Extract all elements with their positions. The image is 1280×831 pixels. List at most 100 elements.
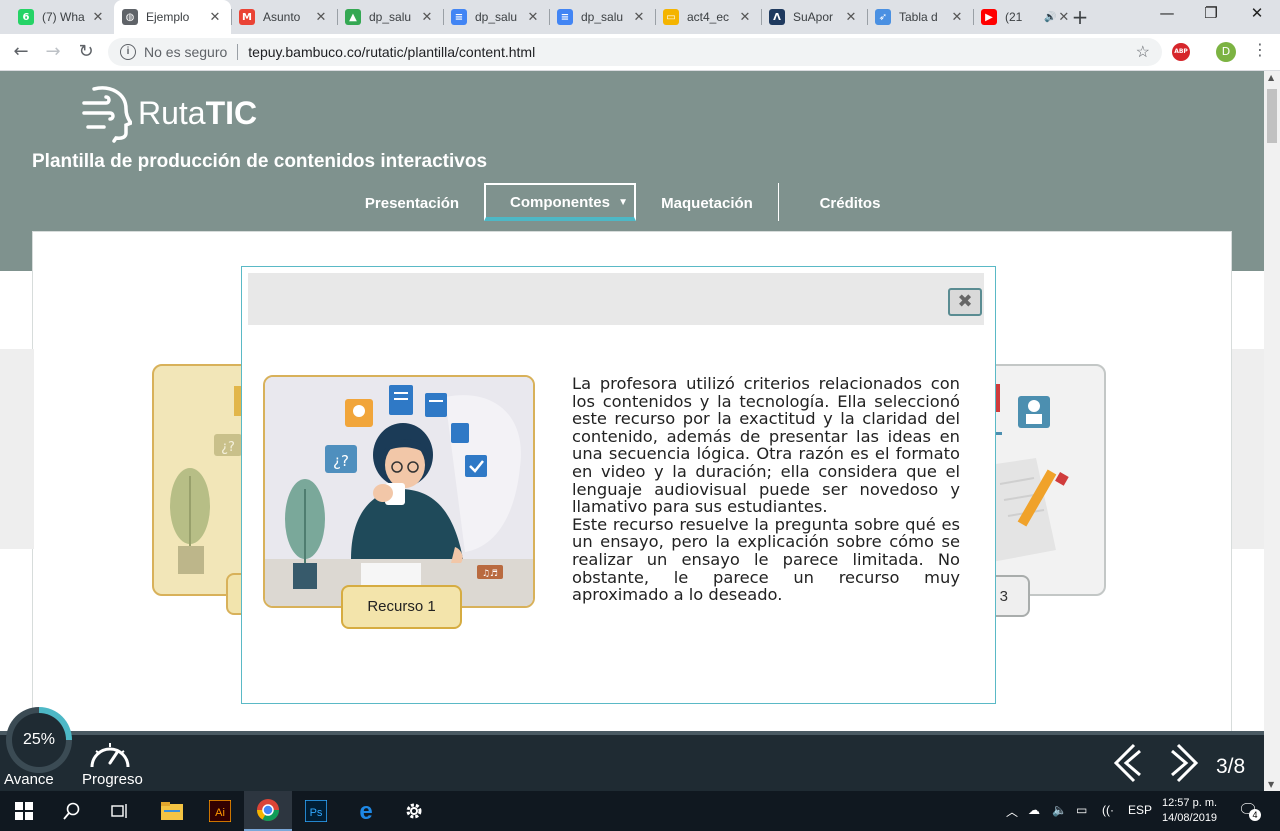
security-label: No es seguro: [144, 44, 228, 60]
tab-audio-icon[interactable]: 🔊: [1044, 12, 1056, 23]
url-text[interactable]: tepuy.bambuco.co/rutatic/plantilla/conte…: [248, 44, 535, 60]
search-icon[interactable]: [48, 791, 96, 831]
tab-close-icon[interactable]: ✕: [949, 10, 965, 25]
site-icon: ➶: [875, 9, 891, 25]
browser-tab[interactable]: ≡ dp_salu ✕: [443, 0, 549, 34]
resource-label: Recurso 1: [341, 585, 462, 629]
adblock-icon[interactable]: ABP: [1172, 43, 1190, 61]
tab-title: dp_salu: [475, 10, 518, 24]
page-counter: 3/8: [1216, 755, 1246, 778]
logo-text-bold: TIC: [205, 94, 258, 131]
tab-close-icon[interactable]: ✕: [843, 10, 859, 25]
previous-arrow-icon[interactable]: [1110, 741, 1142, 785]
browser-tab[interactable]: Λ SuApor ✕: [761, 0, 867, 34]
maximize-button[interactable]: ❐: [1188, 4, 1234, 22]
document-pencil-icon: [982, 384, 1069, 562]
scroll-up-icon[interactable]: ▲: [1268, 73, 1274, 82]
chrome-icon[interactable]: [244, 791, 292, 831]
address-bar[interactable]: i No es seguro tepuy.bambuco.co/rutatic/…: [108, 38, 1162, 66]
web-page: RutaTIC Plantilla de producción de conte…: [0, 71, 1264, 791]
tab-title: Tabla d: [899, 10, 938, 24]
close-window-button[interactable]: ✕: [1234, 4, 1280, 22]
onedrive-cloud-icon[interactable]: ☁: [1028, 803, 1040, 817]
info-icon[interactable]: i: [120, 44, 136, 60]
svg-text:Ai: Ai: [215, 807, 225, 819]
rutatic-logo[interactable]: RutaTIC: [80, 83, 257, 143]
browser-menu-icon[interactable]: ⋮: [1252, 40, 1268, 59]
browser-toolbar: ← → ↻ i No es seguro tepuy.bambuco.co/ru…: [0, 34, 1280, 71]
globe-icon: ◍: [122, 9, 138, 25]
tab-close-icon[interactable]: ✕: [207, 10, 223, 25]
resource-card-right[interactable]: [980, 364, 1106, 596]
windows-start-icon[interactable]: [0, 791, 48, 831]
youtube-icon: ▶: [981, 9, 997, 25]
tab-close-icon[interactable]: ✕: [90, 10, 106, 25]
browser-tab[interactable]: ◍ Ejemplo ✕: [114, 0, 231, 34]
teacher-thinking-icon: ¿? ♫♬: [265, 377, 533, 606]
next-arrow-icon[interactable]: [1170, 741, 1202, 785]
battery-icon[interactable]: ▭: [1076, 803, 1087, 817]
nav-presentacion[interactable]: Presentación: [340, 183, 484, 221]
forward-icon[interactable]: →: [42, 41, 64, 62]
settings-gear-icon[interactable]: [390, 791, 438, 831]
edge-icon[interactable]: e: [342, 791, 390, 831]
main-navigation: Presentación Componentes ▼ Maquetación C…: [340, 183, 921, 221]
resource-illustration: ¿? ♫♬: [263, 375, 535, 608]
volume-icon[interactable]: 🔈: [1052, 803, 1067, 817]
language-indicator[interactable]: ESP: [1128, 803, 1152, 817]
site-icon: Λ: [769, 9, 785, 25]
close-icon[interactable]: ✖: [948, 288, 982, 316]
scroll-down-icon[interactable]: ▼: [1268, 780, 1274, 789]
modal-header: ✖: [248, 273, 984, 325]
progreso-label[interactable]: Progreso: [82, 771, 143, 788]
site-subtitle: Plantilla de producción de contenidos in…: [32, 151, 488, 172]
svg-text:e: e: [359, 800, 372, 822]
profile-avatar[interactable]: D: [1216, 42, 1236, 62]
browser-tab[interactable]: 6 (7) Wha ✕: [10, 0, 114, 34]
scroll-thumb[interactable]: [1267, 89, 1277, 143]
tray-chevron-icon[interactable]: ︿: [1006, 803, 1018, 820]
tab-close-icon[interactable]: ✕: [525, 10, 541, 25]
svg-text:♫♬: ♫♬: [482, 569, 498, 579]
browser-tab[interactable]: M Asunto ✕: [231, 0, 337, 34]
new-tab-button[interactable]: +: [1068, 5, 1092, 29]
svg-text:¿?: ¿?: [221, 440, 235, 455]
browser-tab[interactable]: ≡ dp_salu ✕: [549, 0, 655, 34]
file-explorer-icon[interactable]: [148, 791, 196, 831]
browser-tab[interactable]: ▲ dp_salu ✕: [337, 0, 443, 34]
gmail-icon: M: [239, 9, 255, 25]
browser-tab[interactable]: ▶ (21 🔊 ✕: [973, 0, 1079, 34]
tab-title: Asunto: [263, 10, 301, 24]
slides-icon: ▭: [663, 9, 679, 25]
browser-tab[interactable]: ▭ act4_ec ✕: [655, 0, 761, 34]
tab-title: (21: [1005, 10, 1023, 24]
nav-componentes[interactable]: Componentes ▼: [484, 183, 636, 221]
dropdown-caret-icon: ▼: [618, 197, 628, 208]
tab-close-icon[interactable]: ✕: [631, 10, 647, 25]
system-clock[interactable]: 12:57 p. m. 14/08/2019: [1162, 796, 1217, 826]
docs-icon: ≡: [451, 9, 467, 25]
tab-close-icon[interactable]: ✕: [313, 10, 329, 25]
footer-bar: [0, 731, 1264, 791]
notification-count: 4: [1249, 809, 1261, 821]
nav-maquetacion[interactable]: Maquetación: [636, 183, 778, 221]
minimize-button[interactable]: —: [1144, 4, 1190, 22]
page-scrollbar[interactable]: ▲ ▼: [1264, 71, 1280, 791]
speedometer-icon[interactable]: [86, 735, 134, 771]
illustrator-icon[interactable]: Ai: [196, 791, 244, 831]
browser-tab[interactable]: ➶ Tabla d ✕: [867, 0, 973, 34]
wifi-icon[interactable]: ((·: [1102, 803, 1114, 817]
tab-close-icon[interactable]: ✕: [419, 10, 435, 25]
photoshop-icon[interactable]: Ps: [292, 791, 340, 831]
right-side-strip: [1232, 349, 1264, 549]
tab-close-icon[interactable]: ✕: [737, 10, 753, 25]
whatsapp-icon: 6: [18, 9, 34, 25]
omnibox-separator: [237, 44, 239, 60]
nav-creditos[interactable]: Créditos: [779, 183, 921, 221]
back-icon[interactable]: ←: [10, 41, 32, 62]
tab-title: SuApor: [793, 10, 834, 24]
bookmark-star-icon[interactable]: ☆: [1136, 42, 1150, 62]
tab-title: act4_ec: [687, 10, 730, 24]
reload-icon[interactable]: ↻: [75, 41, 97, 62]
task-view-icon[interactable]: [96, 791, 144, 831]
